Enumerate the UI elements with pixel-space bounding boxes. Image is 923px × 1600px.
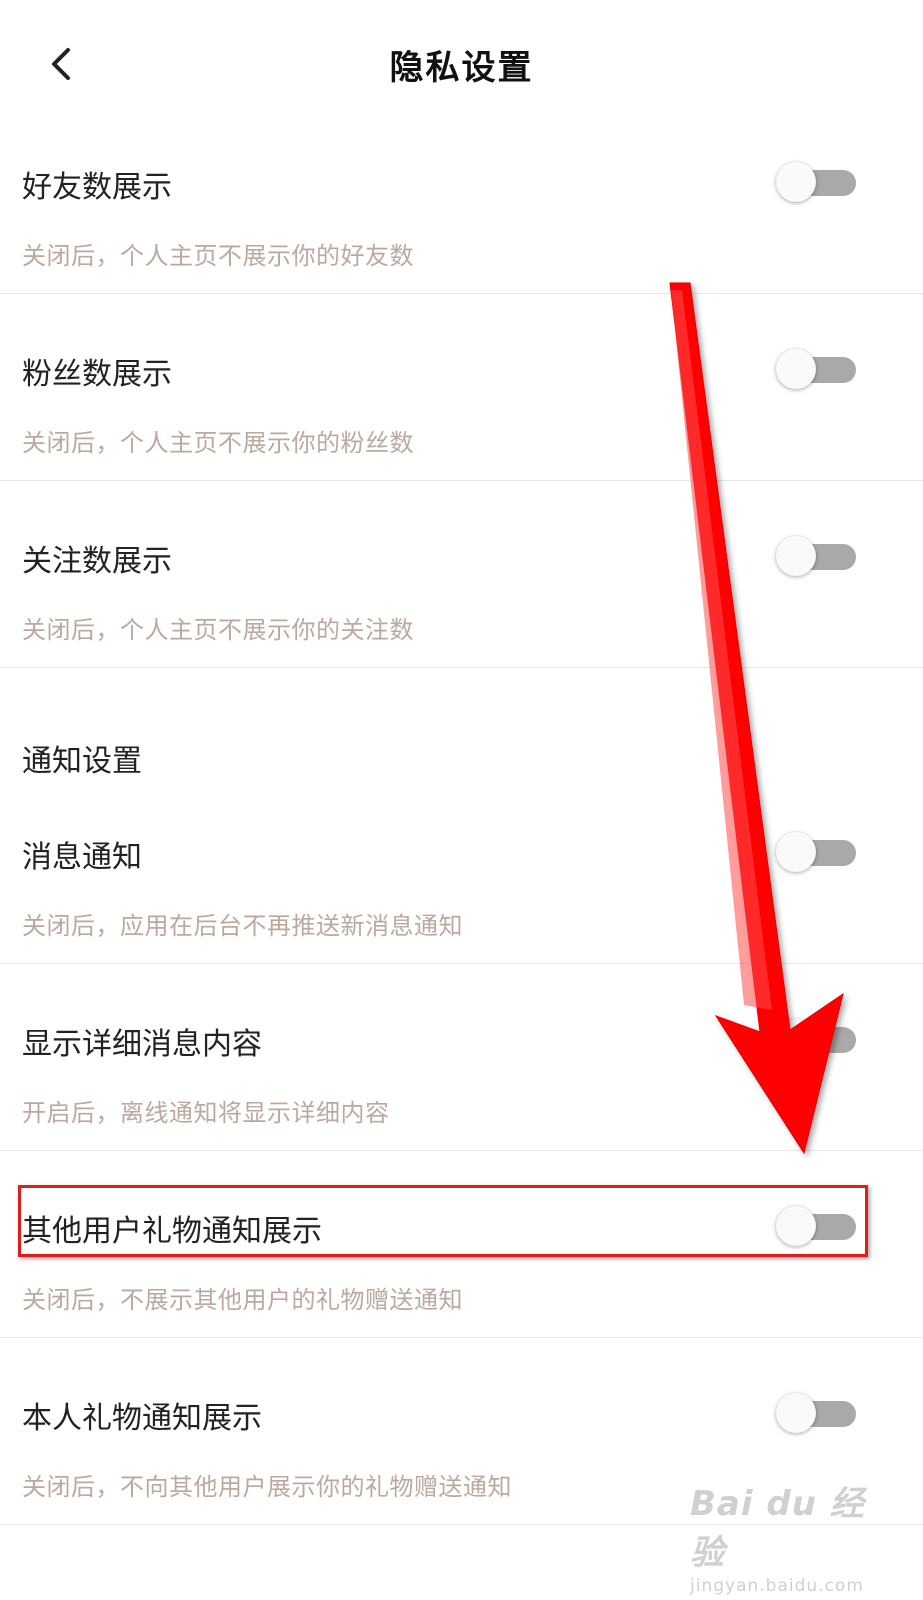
fans-count-toggle[interactable] xyxy=(776,349,856,389)
setting-title: 关注数展示 xyxy=(22,544,172,579)
section-header-notifications: 通知设置 xyxy=(22,744,142,779)
toggle-knob xyxy=(776,1393,816,1433)
setting-description: 关闭后，个人主页不展示你的关注数 xyxy=(22,616,414,644)
setting-title: 本人礼物通知展示 xyxy=(22,1401,262,1436)
divider xyxy=(0,963,923,964)
watermark: Bai du 经验 jingyan.baidu.com xyxy=(690,1476,870,1596)
divider xyxy=(0,293,923,294)
following-count-toggle[interactable] xyxy=(776,536,856,576)
setting-description: 关闭后，个人主页不展示你的粉丝数 xyxy=(22,429,414,457)
header-bar: 隐私设置 xyxy=(0,0,923,130)
divider xyxy=(0,1150,923,1151)
divider xyxy=(0,1337,923,1338)
setting-title: 显示详细消息内容 xyxy=(22,1027,262,1062)
setting-title: 好友数展示 xyxy=(22,170,172,205)
setting-description: 开启后，离线通知将显示详细内容 xyxy=(22,1099,390,1127)
setting-row-detailed-message: 显示详细消息内容 开启后，离线通知将显示详细内容 xyxy=(0,1007,923,1151)
divider xyxy=(0,480,923,481)
setting-row-following-count: 关注数展示 关闭后，个人主页不展示你的关注数 xyxy=(0,524,923,668)
toggle-knob xyxy=(776,832,816,872)
detailed-message-toggle[interactable] xyxy=(776,1019,856,1059)
watermark-url: jingyan.baidu.com xyxy=(690,1576,864,1596)
setting-title: 消息通知 xyxy=(22,840,142,875)
annotation-highlight-box xyxy=(18,1185,868,1257)
setting-description: 关闭后，不向其他用户展示你的礼物赠送通知 xyxy=(22,1473,512,1501)
page-title: 隐私设置 xyxy=(389,48,534,88)
setting-row-fans-count: 粉丝数展示 关闭后，个人主页不展示你的粉丝数 xyxy=(0,337,923,481)
setting-description: 关闭后，不展示其他用户的礼物赠送通知 xyxy=(22,1286,463,1314)
friends-count-toggle[interactable] xyxy=(776,162,856,202)
watermark-logo: Bai du 经验 xyxy=(690,1484,865,1573)
own-gift-toggle[interactable] xyxy=(776,1393,856,1433)
toggle-knob xyxy=(776,162,816,202)
setting-row-friends-count: 好友数展示 关闭后，个人主页不展示你的好友数 xyxy=(0,150,923,294)
toggle-knob xyxy=(776,1019,816,1059)
setting-row-message-notification: 消息通知 关闭后，应用在后台不再推送新消息通知 xyxy=(0,820,923,964)
toggle-knob xyxy=(776,349,816,389)
setting-title: 粉丝数展示 xyxy=(22,357,172,392)
divider xyxy=(0,667,923,668)
message-notification-toggle[interactable] xyxy=(776,832,856,872)
setting-description: 关闭后，应用在后台不再推送新消息通知 xyxy=(22,912,463,940)
toggle-knob xyxy=(776,536,816,576)
setting-description: 关闭后，个人主页不展示你的好友数 xyxy=(22,242,414,270)
